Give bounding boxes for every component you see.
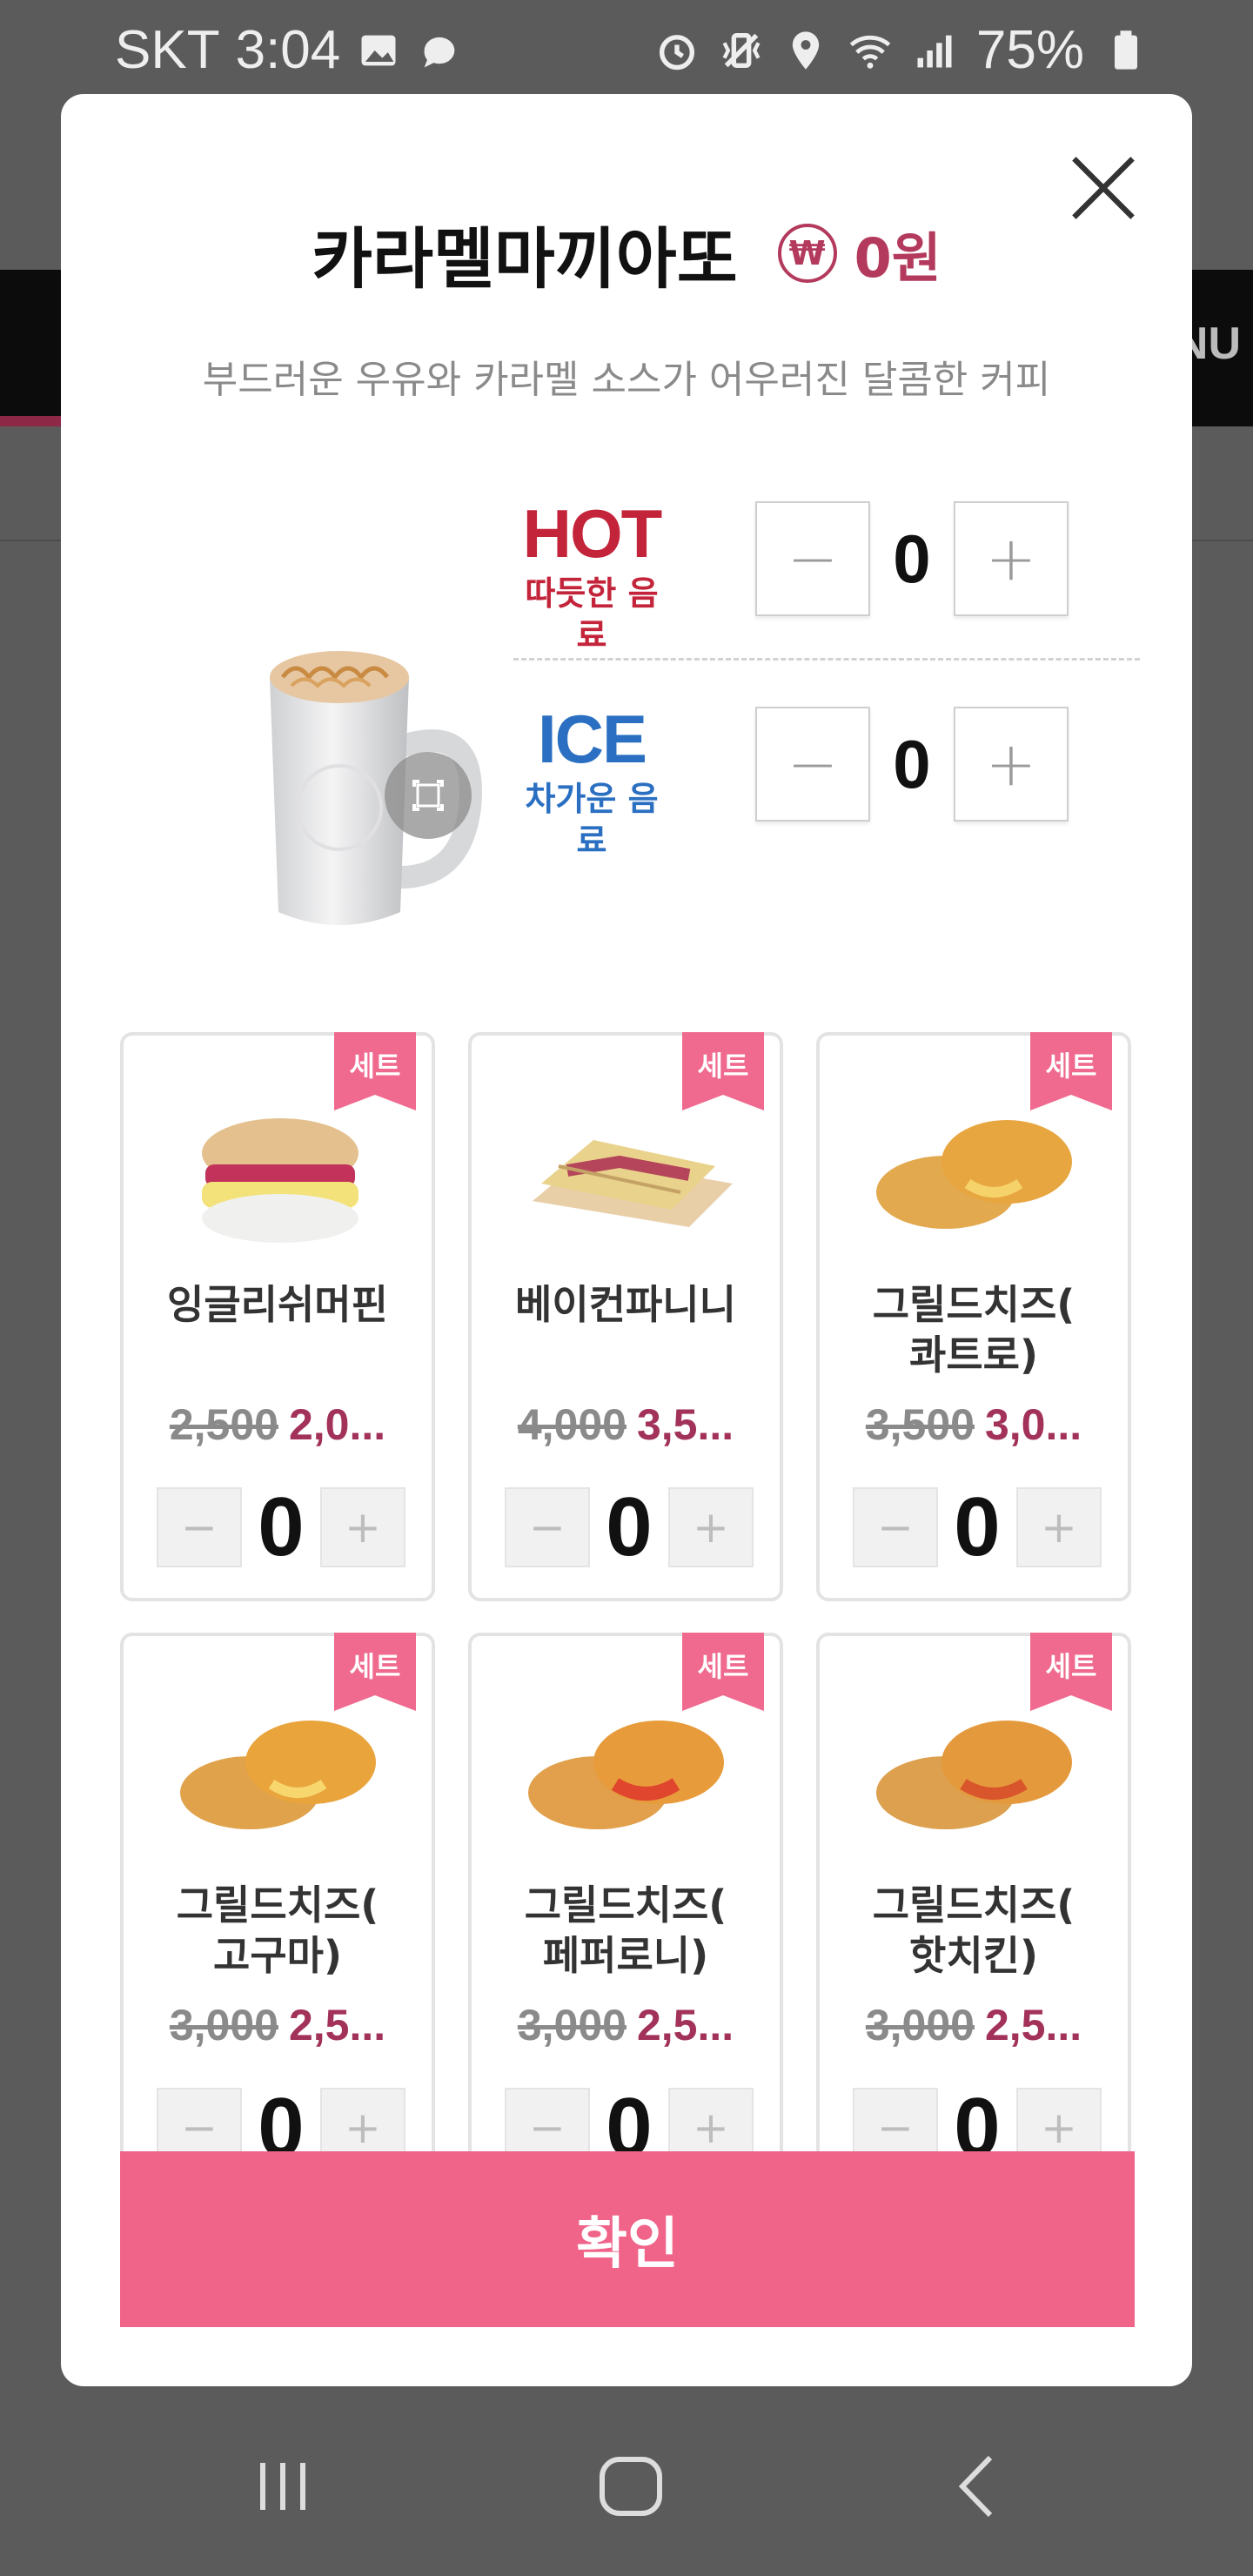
- set-increase-button[interactable]: +: [320, 1487, 405, 1567]
- total-price: 0원: [854, 226, 941, 290]
- set-increase-button[interactable]: +: [668, 1487, 754, 1567]
- original-price: 3,500: [865, 1400, 975, 1449]
- price-display: ₩ 0원: [777, 214, 941, 292]
- battery-percent: 75%: [975, 20, 1084, 80]
- set-name: 베이컨파니니: [515, 1281, 736, 1328]
- discount-price: 3,0...: [984, 1400, 1082, 1449]
- discount-price: 2,5...: [984, 2001, 1082, 2049]
- confirm-button[interactable]: 확인: [120, 2151, 1135, 2327]
- won-icon: ₩: [777, 224, 837, 283]
- product-description: 부드러운 우유와 카라멜 소스가 어우러진 달콤한 커피: [202, 358, 1051, 402]
- hot-name: HOT: [522, 495, 663, 572]
- ice-name: ICE: [537, 701, 647, 777]
- grilled-cheese-quattro-image: [876, 1120, 1072, 1229]
- set-price: 3,000 2,5...: [124, 2000, 432, 2050]
- grilled-cheese-pepperoni-image: [528, 1721, 724, 1829]
- hot-quantity-value: 0: [893, 520, 931, 597]
- set-name: 그릴드치즈( 핫치킨): [872, 1882, 1075, 1979]
- ice-option-row: ICE 차가운 음료 − 0 +: [513, 700, 1140, 860]
- chat-bubble-icon: [424, 37, 455, 67]
- set-quantity-value: 0: [606, 1480, 653, 1573]
- bacon-panini-image: [533, 1140, 733, 1227]
- set-quantity-stepper: − 0 +: [853, 1479, 1102, 1575]
- option-divider: [513, 658, 1140, 661]
- grilled-cheese-sweet-potato-image: [180, 1721, 376, 1829]
- system-nav-bar: [0, 2386, 1253, 2576]
- set-quantity-value: 0: [954, 1480, 1001, 1573]
- set-quantity-stepper: − 0 +: [505, 1479, 754, 1575]
- set-decrease-button[interactable]: −: [853, 1487, 938, 1567]
- set-quantity-value: 0: [258, 1480, 305, 1573]
- zoom-image-icon[interactable]: [385, 752, 472, 839]
- caramel-macchiato-image: [270, 651, 482, 925]
- set-name: 그릴드치즈( 콰트로): [872, 1281, 1075, 1379]
- original-price: 3,000: [169, 2001, 278, 2049]
- product-title: 카라멜마끼아또: [312, 220, 738, 298]
- set-decrease-button[interactable]: −: [505, 1487, 590, 1567]
- set-card[interactable]: 세트 그릴드치즈( 콰트로) 3,500 3,0... − 0 +: [816, 1032, 1131, 1601]
- recent-apps-icon[interactable]: [244, 2447, 322, 2526]
- battery-icon: [1115, 30, 1137, 70]
- set-name: 잉글리쉬머핀: [167, 1281, 388, 1328]
- original-price: 3,000: [517, 2001, 626, 2049]
- ice-quantity-value: 0: [893, 725, 931, 802]
- discount-price: 3,5...: [636, 1400, 734, 1449]
- set-menu-grid: 세트 잉글리쉬머핀 2,500 2,0... − 0 + 세트 베이컨파니니 4…: [120, 1032, 1135, 2251]
- english-muffin-image: [202, 1118, 358, 1243]
- grilled-cheese-hot-chicken-image: [876, 1721, 1072, 1829]
- set-name: 그릴드치즈( 고구마): [176, 1882, 379, 1979]
- alarm-icon: [659, 34, 694, 70]
- product-option-modal: 카라멜마끼아또 ₩ 0원 부드러운 우유와 카라멜 소스가 어우러진 달콤한 커…: [61, 94, 1192, 2386]
- carrier-label: SKT: [115, 20, 220, 80]
- set-card[interactable]: 세트 잉글리쉬머핀 2,500 2,0... − 0 +: [120, 1032, 435, 1601]
- set-card[interactable]: 세트 베이컨파니니 4,000 3,5... − 0 +: [468, 1032, 783, 1601]
- ice-increase-button[interactable]: +: [954, 707, 1069, 822]
- original-price: 3,000: [865, 2001, 975, 2049]
- ice-quantity-stepper: − 0 +: [755, 707, 1069, 822]
- set-name: 그릴드치즈( 페퍼로니): [524, 1882, 727, 1979]
- set-price: 3,000 2,5...: [820, 2000, 1128, 2050]
- title-row: 카라멜마끼아또 ₩ 0원: [61, 205, 1192, 301]
- image-icon: [361, 35, 396, 65]
- ice-label: ICE 차가운 음료: [513, 700, 670, 862]
- set-price: 4,000 3,5...: [472, 1399, 780, 1450]
- discount-price: 2,5...: [288, 2001, 386, 2049]
- status-bar: SKT 3:04 75%: [0, 0, 1253, 96]
- home-icon[interactable]: [592, 2447, 670, 2526]
- original-price: 2,500: [169, 1400, 278, 1449]
- set-quantity-stepper: − 0 +: [157, 1479, 405, 1575]
- hot-desc: 따듯한 음료: [525, 574, 659, 654]
- back-icon[interactable]: [940, 2447, 1018, 2526]
- discount-price: 2,0...: [288, 1400, 386, 1449]
- location-icon: [792, 30, 820, 70]
- clock: 3:04: [235, 20, 341, 80]
- hot-option-row: HOT 따듯한 음료 − 0 +: [513, 494, 1140, 654]
- original-price: 4,000: [517, 1400, 626, 1449]
- set-card[interactable]: 세트 그릴드치즈( 페퍼로니) 3,000 2,5... − 0 +: [468, 1633, 783, 2202]
- hot-quantity-stepper: − 0 +: [755, 501, 1069, 616]
- ice-desc: 차가운 음료: [525, 780, 659, 860]
- set-card[interactable]: 세트 그릴드치즈( 고구마) 3,000 2,5... − 0 +: [120, 1633, 435, 2202]
- signal-icon: [917, 35, 952, 67]
- set-price: 3,500 3,0...: [820, 1399, 1128, 1450]
- set-price: 2,500 2,0...: [124, 1399, 432, 1450]
- hot-label: HOT 따듯한 음료: [513, 494, 670, 656]
- set-decrease-button[interactable]: −: [157, 1487, 242, 1567]
- vibrate-icon: [722, 32, 761, 68]
- wifi-icon: [849, 35, 891, 69]
- set-increase-button[interactable]: +: [1016, 1487, 1102, 1567]
- hot-decrease-button[interactable]: −: [755, 501, 870, 616]
- set-price: 3,000 2,5...: [472, 2000, 780, 2050]
- ice-decrease-button[interactable]: −: [755, 707, 870, 822]
- discount-price: 2,5...: [636, 2001, 734, 2049]
- set-card[interactable]: 세트 그릴드치즈( 핫치킨) 3,000 2,5... − 0 +: [816, 1633, 1131, 2202]
- hot-increase-button[interactable]: +: [954, 501, 1069, 616]
